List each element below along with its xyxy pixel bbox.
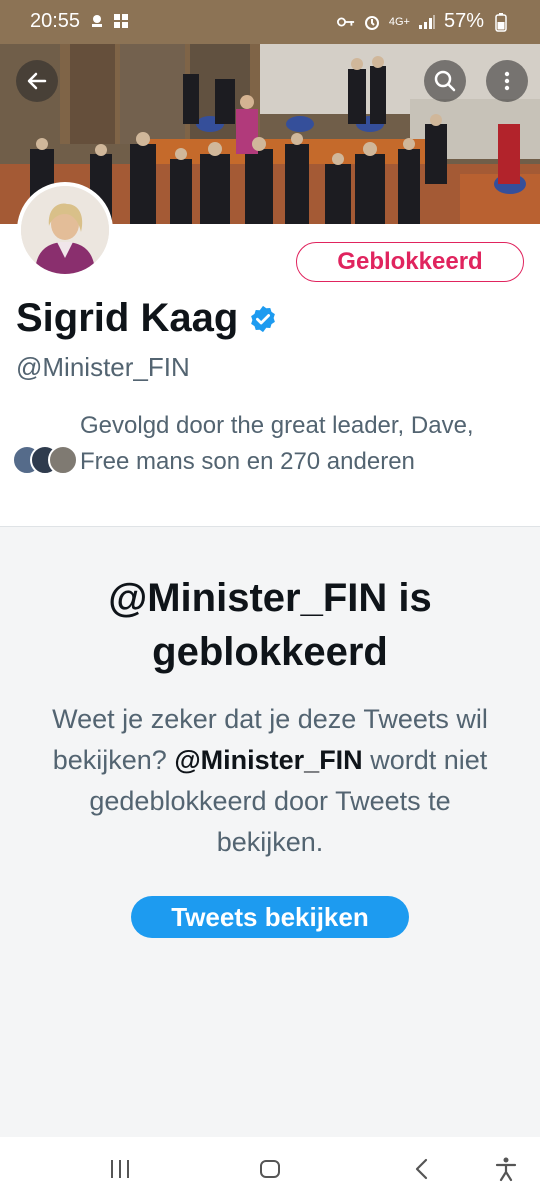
blocked-notice: @Minister_FIN is geblokkeerd Weet je zek… (0, 527, 540, 1137)
key-icon (336, 13, 355, 31)
back-button[interactable] (16, 60, 58, 102)
back-icon[interactable] (408, 1155, 436, 1183)
followed-by-text: Gevolgd door the great leader, Dave, Fre… (80, 412, 474, 475)
notification-icon (88, 12, 106, 30)
status-time: 20:55 (30, 10, 81, 32)
battery-icon (492, 12, 510, 32)
system-nav-bar (0, 1137, 540, 1200)
blocked-description: Weet je zeker dat je deze Tweets wil bek… (40, 699, 500, 863)
profile-name: Sigrid Kaag (16, 296, 239, 340)
blocked-button[interactable]: Geblokkeerd (296, 242, 524, 282)
status-bar: 20:55 4G+ 57% (0, 0, 540, 44)
search-icon (433, 69, 457, 93)
profile-handle: @Minister_FIN (16, 352, 190, 382)
arrow-left-icon (25, 69, 49, 93)
verified-badge-icon (248, 304, 278, 334)
view-tweets-button[interactable]: Tweets bekijken (131, 896, 409, 938)
follower-avatar (48, 445, 78, 475)
search-button[interactable] (424, 60, 466, 102)
more-vertical-icon (495, 69, 519, 93)
recent-apps-icon[interactable] (106, 1155, 134, 1183)
profile-name-row: Sigrid Kaag (16, 296, 278, 341)
gallery-icon (112, 12, 130, 30)
signal-icon (418, 13, 436, 31)
blocked-title: @Minister_FIN is geblokkeerd (108, 576, 432, 674)
network-label: 4G+ (388, 15, 410, 28)
home-icon[interactable] (256, 1155, 284, 1183)
more-button[interactable] (486, 60, 528, 102)
accessibility-icon[interactable] (492, 1155, 520, 1183)
alarm-icon (363, 13, 381, 31)
blocked-desc-handle: @Minister_FIN (174, 745, 363, 775)
profile-avatar[interactable] (17, 182, 113, 278)
battery-percent: 57% (443, 10, 484, 32)
